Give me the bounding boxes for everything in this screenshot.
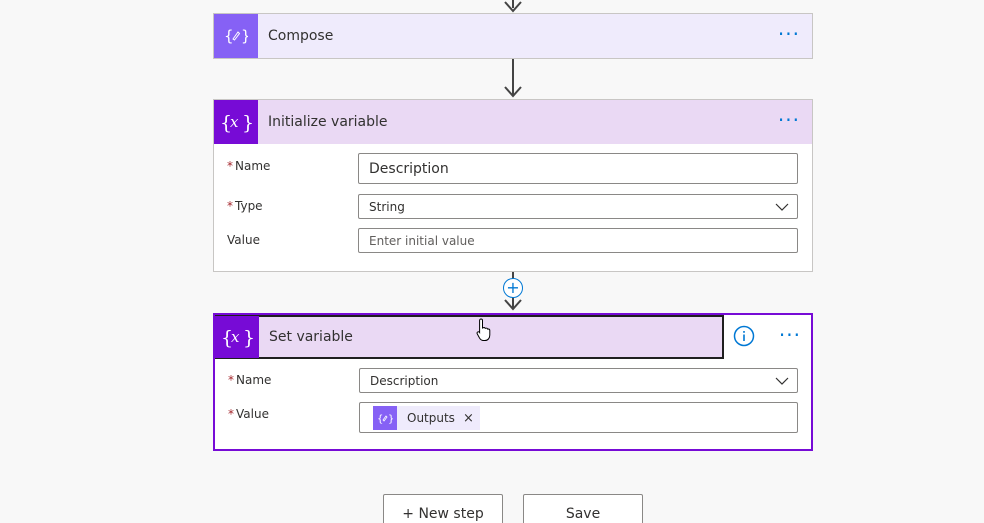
set-variable-header[interactable]: { x } Set variable bbox=[215, 315, 724, 359]
remove-token-button[interactable]: × bbox=[463, 411, 474, 426]
svg-text:{: { bbox=[377, 414, 383, 425]
svg-text:}: } bbox=[243, 327, 253, 349]
compose-more-button[interactable]: ··· bbox=[778, 24, 800, 44]
set-variable-value-input[interactable]: { } Outputs × bbox=[359, 402, 798, 433]
required-mark: * bbox=[228, 373, 234, 387]
outputs-token-label: Outputs bbox=[407, 411, 455, 425]
compose-icon: { } bbox=[373, 406, 397, 430]
insert-step-button[interactable]: + bbox=[503, 278, 523, 298]
svg-text:x: x bbox=[231, 328, 240, 346]
new-step-button[interactable]: + New step bbox=[383, 494, 503, 523]
value-label: Value bbox=[227, 233, 260, 247]
variable-icon: { x } bbox=[215, 316, 259, 358]
initialize-variable-header[interactable]: { x } Initialize variable ··· bbox=[214, 100, 812, 144]
name-label: * Name bbox=[228, 373, 271, 387]
required-mark: * bbox=[227, 199, 233, 213]
name-label-text: Name bbox=[235, 159, 271, 173]
save-button[interactable]: Save bbox=[523, 494, 643, 523]
name-label-text: Name bbox=[236, 373, 272, 387]
variable-icon: { x } bbox=[214, 100, 258, 144]
arrow-icon bbox=[504, 86, 522, 98]
set-variable-name-select[interactable]: Description bbox=[359, 368, 798, 393]
variable-type-value: String bbox=[369, 199, 405, 214]
svg-text:{: { bbox=[224, 27, 234, 45]
type-label-text: Type bbox=[235, 199, 263, 213]
set-variable-title: Set variable bbox=[269, 329, 353, 345]
compose-header[interactable]: { } Compose ··· bbox=[214, 14, 812, 58]
chevron-down-icon bbox=[775, 377, 789, 385]
variable-name-value: Description bbox=[369, 160, 449, 177]
set-variable-name-value: Description bbox=[370, 373, 439, 388]
initialize-variable-card[interactable]: { x } Initialize variable ··· *Name Desc… bbox=[213, 99, 813, 272]
initialize-variable-more-button[interactable]: ··· bbox=[778, 110, 800, 130]
svg-text:}: } bbox=[388, 414, 393, 425]
required-mark: * bbox=[227, 159, 233, 173]
svg-text:}: } bbox=[242, 112, 252, 134]
svg-text:x: x bbox=[230, 113, 239, 131]
value-label: * Value bbox=[228, 407, 269, 421]
required-mark: * bbox=[228, 407, 234, 421]
variable-value-placeholder: Enter initial value bbox=[369, 233, 475, 248]
variable-value-input[interactable]: Enter initial value bbox=[358, 228, 798, 253]
name-label: * Name bbox=[227, 159, 270, 173]
variable-name-input[interactable]: Description bbox=[358, 153, 798, 184]
arrow-icon bbox=[504, 1, 522, 13]
set-variable-card[interactable]: { x } Set variable ··· *Name Description… bbox=[213, 313, 813, 451]
outputs-token[interactable]: { } Outputs × bbox=[373, 406, 480, 430]
compose-title: Compose bbox=[268, 28, 334, 44]
type-label: * Type bbox=[227, 199, 263, 213]
svg-text:}: } bbox=[241, 27, 248, 45]
chevron-down-icon bbox=[775, 203, 789, 211]
compose-card[interactable]: { } Compose ··· bbox=[213, 13, 813, 59]
hand-cursor-icon bbox=[476, 318, 491, 341]
value-label-text: Value bbox=[236, 407, 269, 421]
compose-icon: { } bbox=[214, 14, 258, 58]
initialize-variable-title: Initialize variable bbox=[268, 114, 388, 130]
set-variable-more-button[interactable]: ··· bbox=[779, 325, 801, 345]
arrow-icon bbox=[504, 299, 522, 311]
info-icon[interactable] bbox=[733, 325, 755, 347]
variable-type-select[interactable]: String bbox=[358, 194, 798, 219]
